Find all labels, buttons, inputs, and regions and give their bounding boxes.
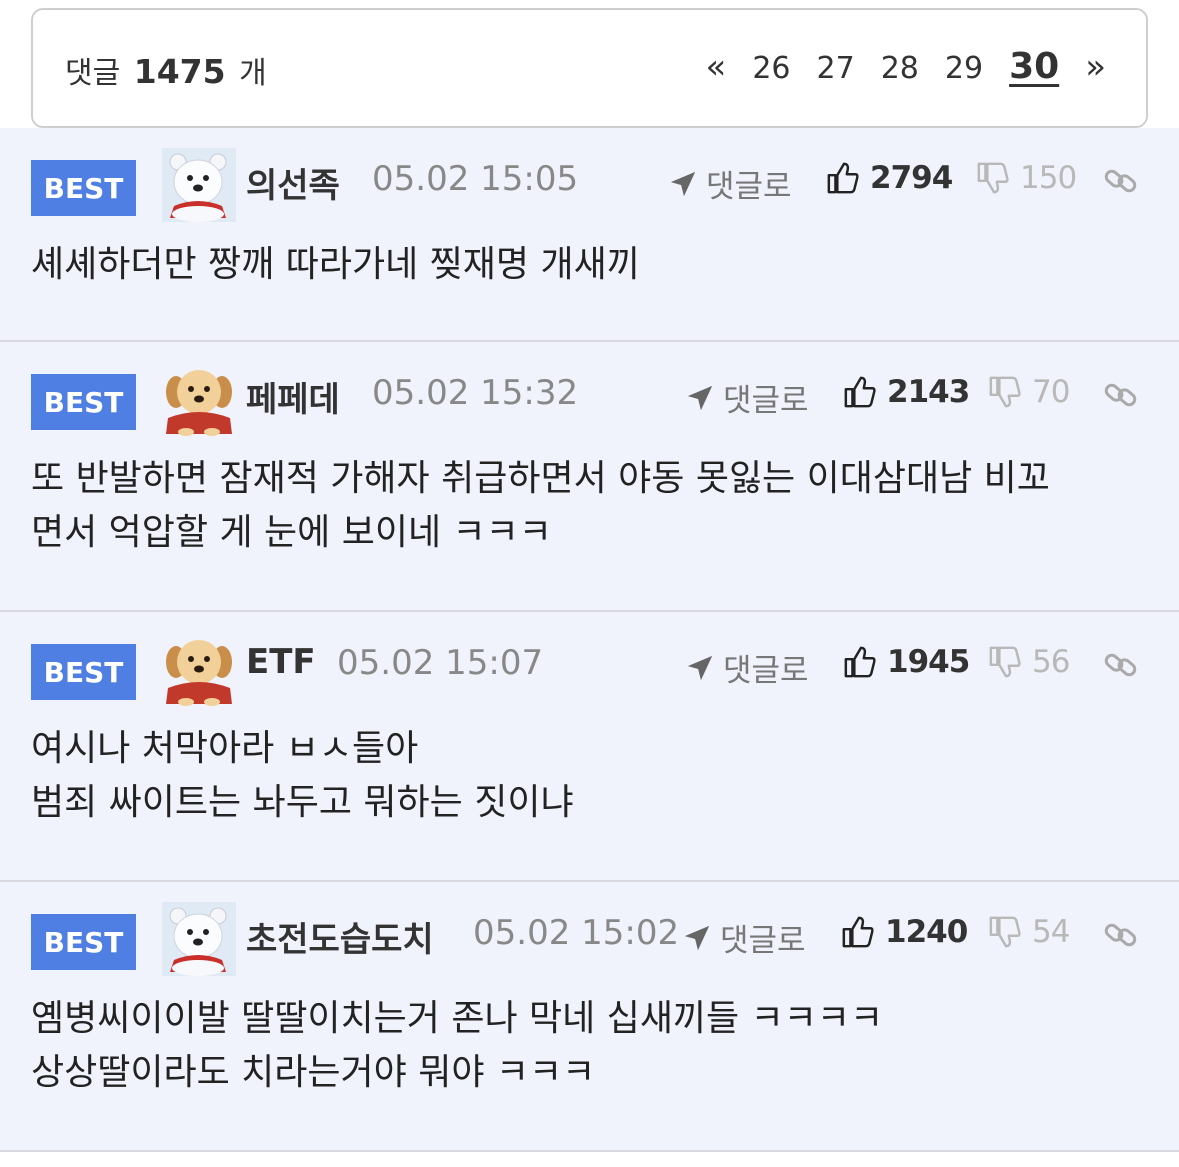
thumbs-up-icon: [843, 375, 877, 409]
like-button[interactable]: 1240: [841, 914, 968, 950]
page-29-link[interactable]: 29: [945, 51, 983, 86]
comment-line: 또 반발하면 잠재적 가해자 취급하면서 야동 못잃는 이대삼대남 비꼬: [31, 458, 1050, 499]
dislike-button[interactable]: 70: [988, 374, 1070, 410]
page-26-link[interactable]: 26: [752, 51, 790, 86]
pagination: « 26 27 28 29 30 »: [680, 46, 1106, 87]
like-button[interactable]: 2794: [826, 160, 953, 196]
dislike-count: 70: [1032, 374, 1070, 410]
polar-bear-icon: [162, 148, 236, 222]
like-count: 1945: [887, 644, 970, 680]
next-page-button[interactable]: »: [1085, 47, 1106, 87]
dislike-count: 54: [1032, 914, 1070, 950]
thumbs-down-icon: [988, 375, 1022, 409]
like-button[interactable]: 2143: [843, 374, 970, 410]
comment-body: 옘병씨이이발 딸딸이치는거 존나 막네 십새끼들 ㅋㅋㅋㅋ 상상딸이라도 치라는…: [0, 992, 1179, 1100]
count-prefix: 댓글: [65, 56, 121, 91]
like-button[interactable]: 1945: [843, 644, 970, 680]
puppy-icon: [162, 362, 236, 436]
page-27-link[interactable]: 27: [817, 51, 855, 86]
dislike-count: 56: [1032, 644, 1070, 680]
comment-body: 셰셰하더만 짱깨 따라가네 찢재명 개새끼: [0, 238, 1179, 292]
send-icon: [682, 923, 712, 953]
thumbs-up-icon: [843, 645, 877, 679]
reply-button[interactable]: 댓글로: [682, 915, 806, 960]
comment-item: BEST ETF 05.02 15:07 댓글로 1945 56 여시나 처막아…: [0, 612, 1179, 882]
comment-count-header: 댓글 1475 개 « 26 27 28 29 30 »: [31, 8, 1148, 128]
comment-meta-row: BEST 초전도습도치 05.02 15:02 댓글로 1240 54: [0, 882, 1179, 992]
comment-meta-row: BEST 의선족 05.02 15:05 댓글로 2794 150: [0, 128, 1179, 238]
dislike-count: 150: [1020, 160, 1077, 196]
thumbs-down-icon: [976, 161, 1010, 195]
comment-line: 면서 억압할 게 눈에 보이네 ㅋㅋㅋ: [31, 512, 552, 553]
username[interactable]: ETF: [246, 642, 316, 682]
timestamp: 05.02 15:02: [473, 913, 680, 953]
polar-bear-icon: [162, 902, 236, 976]
timestamp: 05.02 15:07: [337, 643, 544, 683]
thumbs-down-icon: [988, 915, 1022, 949]
reply-button[interactable]: 댓글로: [685, 375, 809, 420]
comment-body: 또 반발하면 잠재적 가해자 취급하면서 야동 못잃는 이대삼대남 비꼬 면서 …: [0, 452, 1179, 560]
page-28-link[interactable]: 28: [881, 51, 919, 86]
username[interactable]: 페페데: [246, 372, 340, 421]
best-badge: BEST: [31, 644, 136, 700]
link-icon[interactable]: [1104, 378, 1138, 412]
comment-count: 댓글 1475 개: [65, 48, 267, 92]
best-badge: BEST: [31, 374, 136, 430]
username[interactable]: 초전도습도치: [246, 912, 434, 961]
send-icon: [668, 169, 698, 199]
reply-button[interactable]: 댓글로: [668, 161, 792, 206]
thumbs-down-icon: [988, 645, 1022, 679]
send-icon: [685, 383, 715, 413]
count-number: 1475: [133, 52, 226, 91]
best-comments-list: BEST 의선족 05.02 15:05 댓글로 2794 150 셰셰하더만 …: [0, 128, 1179, 1152]
reply-label: 댓글로: [723, 653, 809, 689]
timestamp: 05.02 15:05: [372, 159, 579, 199]
username[interactable]: 의선족: [246, 158, 340, 207]
comment-item: BEST 페페데 05.02 15:32 댓글로 2143 70 또 반발하면 …: [0, 342, 1179, 612]
best-badge: BEST: [31, 914, 136, 970]
comment-item: BEST 의선족 05.02 15:05 댓글로 2794 150 셰셰하더만 …: [0, 128, 1179, 342]
dislike-button[interactable]: 150: [976, 160, 1077, 196]
timestamp: 05.02 15:32: [372, 373, 579, 413]
thumbs-up-icon: [841, 915, 875, 949]
comment-line: 범죄 싸이트는 놔두고 뭐하는 짓이냐: [31, 782, 574, 823]
comment-line: 여시나 처막아라 ㅂㅅ들아: [31, 728, 419, 769]
link-icon[interactable]: [1104, 918, 1138, 952]
reply-label: 댓글로: [720, 923, 806, 959]
link-icon[interactable]: [1104, 648, 1138, 682]
puppy-icon: [162, 632, 236, 706]
thumbs-up-icon: [826, 161, 860, 195]
dislike-button[interactable]: 54: [988, 914, 1070, 950]
comment-meta-row: BEST ETF 05.02 15:07 댓글로 1945 56: [0, 612, 1179, 722]
best-badge: BEST: [31, 160, 136, 216]
comment-body: 여시나 처막아라 ㅂㅅ들아 범죄 싸이트는 놔두고 뭐하는 짓이냐: [0, 722, 1179, 830]
comment-meta-row: BEST 페페데 05.02 15:32 댓글로 2143 70: [0, 342, 1179, 452]
dislike-button[interactable]: 56: [988, 644, 1070, 680]
comment-line: 셰셰하더만 짱깨 따라가네 찢재명 개새끼: [31, 244, 640, 285]
like-count: 2794: [870, 160, 953, 196]
link-icon[interactable]: [1104, 164, 1138, 198]
like-count: 2143: [887, 374, 970, 410]
count-suffix: 개: [239, 56, 267, 91]
reply-label: 댓글로: [723, 383, 809, 419]
reply-button[interactable]: 댓글로: [685, 645, 809, 690]
like-count: 1240: [885, 914, 968, 950]
reply-label: 댓글로: [706, 169, 792, 205]
prev-page-button[interactable]: «: [706, 47, 727, 87]
send-icon: [685, 653, 715, 683]
comment-item: BEST 초전도습도치 05.02 15:02 댓글로 1240 54 옘병씨이…: [0, 882, 1179, 1152]
current-page-link[interactable]: 30: [1009, 46, 1059, 87]
comment-line: 옘병씨이이발 딸딸이치는거 존나 막네 십새끼들 ㅋㅋㅋㅋ: [31, 998, 884, 1039]
comment-line: 상상딸이라도 치라는거야 뭐야 ㅋㅋㅋ: [31, 1052, 596, 1093]
